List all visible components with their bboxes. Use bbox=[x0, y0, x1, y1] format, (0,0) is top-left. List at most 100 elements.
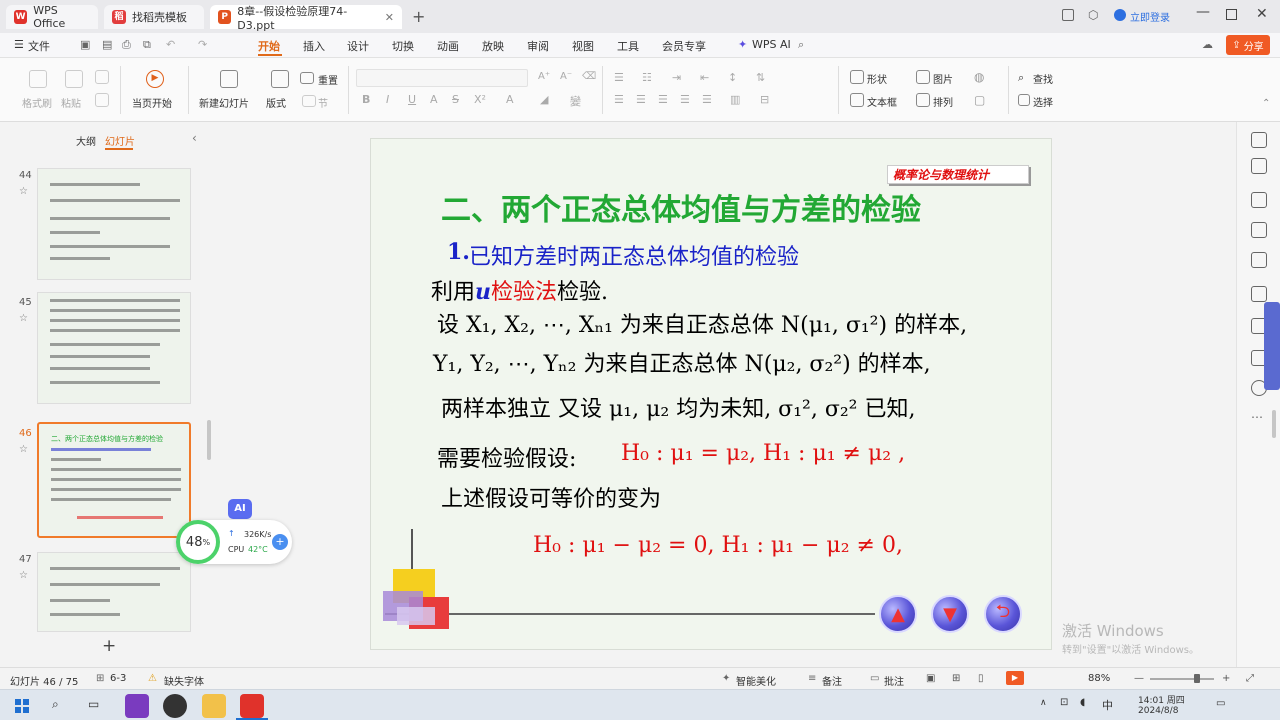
menu-home[interactable]: 开始 bbox=[258, 38, 280, 54]
columns-icon[interactable]: ▥ bbox=[730, 93, 740, 106]
align-right-icon[interactable]: ☰ bbox=[658, 93, 668, 106]
layout-button[interactable]: 版式 bbox=[266, 95, 286, 110]
sorter-view-icon[interactable]: ⊞ bbox=[952, 673, 960, 684]
ai-assistant-button[interactable]: AI bbox=[228, 499, 252, 519]
search-icon[interactable]: ⌕ bbox=[798, 38, 804, 52]
char-spacing-icon[interactable]: 變 bbox=[570, 93, 581, 109]
ime-indicator[interactable]: 中 bbox=[1102, 697, 1113, 713]
next-slide-button[interactable]: ▼ bbox=[931, 595, 969, 633]
floating-tool-strip[interactable] bbox=[1264, 302, 1280, 390]
slide-thumbnail-46[interactable]: 二、两个正态总体均值与方差的检验 bbox=[37, 422, 191, 538]
collapse-ribbon-icon[interactable]: ⌃ bbox=[1262, 98, 1270, 109]
picture-icon[interactable] bbox=[916, 70, 930, 84]
font-color-icon[interactable]: A bbox=[506, 93, 514, 106]
star-icon[interactable]: ☆ bbox=[19, 570, 28, 581]
zoom-in-icon[interactable]: + bbox=[1222, 673, 1230, 684]
menu-animation[interactable]: 动画 bbox=[437, 38, 459, 54]
wps-taskbar-icon[interactable] bbox=[240, 694, 264, 718]
fit-window-icon[interactable]: ⤢ bbox=[1246, 673, 1254, 684]
select-icon[interactable] bbox=[1018, 94, 1030, 106]
textbox-button[interactable]: 文本框 bbox=[867, 94, 897, 109]
distribute-icon[interactable]: ☰ bbox=[702, 93, 712, 106]
window-mode-icon[interactable] bbox=[1062, 9, 1074, 21]
new-slide-icon[interactable] bbox=[220, 70, 238, 88]
search-icon[interactable]: ⌕ bbox=[52, 697, 59, 712]
login-link[interactable]: 立即登录 bbox=[1130, 9, 1170, 24]
minimize-icon[interactable]: — bbox=[1196, 4, 1210, 20]
sliders-icon[interactable] bbox=[1251, 158, 1267, 174]
menu-tools[interactable]: 工具 bbox=[617, 38, 639, 54]
cloud-icon[interactable]: ☁ bbox=[1202, 38, 1213, 51]
slideshow-button[interactable]: ▶ bbox=[1006, 671, 1024, 685]
slide-thumbnail-44[interactable] bbox=[37, 168, 191, 280]
transition-icon[interactable] bbox=[1251, 222, 1267, 238]
animation-icon[interactable] bbox=[1251, 192, 1267, 208]
return-button[interactable]: ⮌ bbox=[984, 595, 1022, 633]
star-icon[interactable]: ☆ bbox=[19, 313, 28, 324]
preview-icon[interactable]: ⧉ bbox=[143, 38, 151, 52]
slide-thumbnail-45[interactable] bbox=[37, 292, 191, 404]
align-center-icon[interactable]: ☰ bbox=[636, 93, 646, 106]
canvas-scrollbar[interactable] bbox=[1272, 410, 1276, 438]
add-slide-button[interactable]: + bbox=[102, 636, 116, 656]
design-icon[interactable] bbox=[1251, 252, 1267, 268]
new-tab-icon[interactable]: + bbox=[412, 7, 425, 26]
clock-time[interactable]: 14:01 周四 bbox=[1138, 693, 1185, 706]
collapse-pane-icon[interactable]: ‹ bbox=[192, 131, 197, 145]
picture-button[interactable]: 图片 bbox=[933, 71, 953, 86]
menu-slideshow[interactable]: 放映 bbox=[482, 38, 504, 54]
notification-icon[interactable]: ▭ bbox=[1216, 698, 1225, 709]
tab-slides[interactable]: 幻灯片 bbox=[105, 133, 135, 148]
shape-icon[interactable] bbox=[850, 70, 864, 84]
star-icon[interactable]: ☆ bbox=[19, 444, 28, 455]
star-icon[interactable]: ☆ bbox=[19, 186, 28, 197]
zoom-slider[interactable] bbox=[1150, 678, 1214, 680]
maximize-icon[interactable] bbox=[1226, 9, 1237, 20]
menu-member[interactable]: 会员专享 bbox=[662, 38, 706, 54]
more-icon[interactable]: ⋯ bbox=[1251, 410, 1263, 424]
layout-icon[interactable] bbox=[271, 70, 289, 88]
tab-template[interactable]: 稻 找稻壳模板 bbox=[104, 5, 204, 29]
text-direction-icon[interactable]: ⇅ bbox=[756, 71, 765, 84]
tools-icon[interactable] bbox=[1251, 286, 1267, 302]
reset-icon[interactable] bbox=[300, 72, 314, 84]
find-icon[interactable]: ⌕ bbox=[1018, 71, 1024, 85]
file-explorer-icon[interactable] bbox=[202, 694, 226, 718]
browser-icon[interactable] bbox=[163, 694, 187, 718]
paste-icon[interactable] bbox=[65, 70, 83, 88]
bullet-list-icon[interactable]: ☰ bbox=[614, 71, 624, 84]
hamburger-icon[interactable]: ☰ bbox=[14, 38, 24, 51]
select-button[interactable]: 选择 bbox=[1033, 94, 1053, 109]
line-spacing-icon[interactable]: ↕ bbox=[728, 71, 737, 84]
menu-file[interactable]: 文件 bbox=[28, 38, 50, 54]
menu-design[interactable]: 设计 bbox=[347, 38, 369, 54]
slide-canvas[interactable]: 概率论与数理统计 二、两个正态总体均值与方差的检验 1. 已知方差时两正态总体均… bbox=[370, 138, 1052, 650]
reading-view-icon[interactable]: ▯ bbox=[978, 673, 984, 684]
tab-document[interactable]: P 8章--假设检验原理74-D3.ppt ✕ bbox=[210, 5, 402, 32]
align-left-icon[interactable]: ☰ bbox=[614, 93, 624, 106]
menu-review[interactable]: 审阅 bbox=[527, 38, 549, 54]
clear-format-icon[interactable]: ⌫ bbox=[582, 71, 596, 82]
clock-date[interactable]: 2024/8/8 bbox=[1138, 706, 1178, 716]
outdent-icon[interactable]: ⇤ bbox=[700, 71, 709, 84]
boost-icon[interactable]: + bbox=[272, 534, 288, 550]
missing-font-button[interactable]: 缺失字体 bbox=[164, 673, 204, 688]
tab-wps-office[interactable]: W WPS Office bbox=[6, 4, 98, 30]
volume-icon[interactable]: ◖ bbox=[1080, 697, 1085, 708]
menu-view[interactable]: 视图 bbox=[572, 38, 594, 54]
justify-icon[interactable]: ☰ bbox=[680, 93, 690, 106]
undo-icon[interactable]: ↶ bbox=[166, 38, 175, 51]
theme-name[interactable]: 6-3 bbox=[110, 673, 126, 684]
underline-icon[interactable]: U bbox=[408, 93, 416, 106]
play-from-current-button[interactable]: 当页开始 bbox=[132, 95, 172, 110]
arrange-icon[interactable] bbox=[916, 93, 930, 107]
menu-insert[interactable]: 插入 bbox=[303, 38, 325, 54]
menu-transition[interactable]: 切换 bbox=[392, 38, 414, 54]
textbox-icon[interactable] bbox=[850, 93, 864, 107]
shape-button[interactable]: 形状 bbox=[867, 71, 887, 86]
system-monitor-widget[interactable]: 48% ↑ 326K/s CPU 42°C + bbox=[176, 520, 292, 564]
comment-button[interactable]: 批注 bbox=[884, 673, 904, 688]
properties-icon[interactable] bbox=[1251, 132, 1267, 148]
zoom-level[interactable]: 88% bbox=[1088, 673, 1110, 684]
notes-button[interactable]: 备注 bbox=[822, 673, 842, 688]
